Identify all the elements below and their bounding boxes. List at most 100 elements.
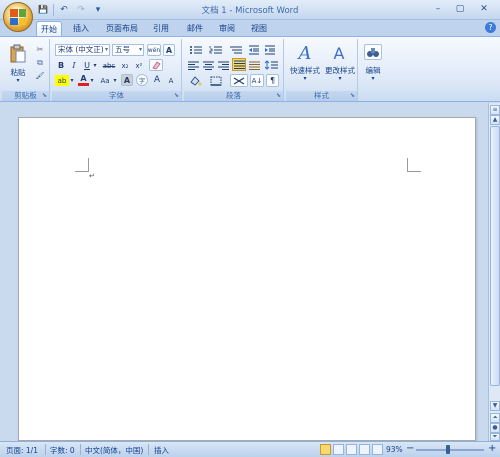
change-styles-icon[interactable]: A: [328, 42, 350, 64]
bullets-icon[interactable]: [187, 44, 205, 56]
font-color-dropdown-icon[interactable]: ▾: [89, 75, 95, 86]
vertical-scrollbar[interactable]: ≡ ▲ ▼ ⏶ ● ⏷: [488, 103, 500, 441]
change-case-dropdown-icon[interactable]: ▾: [112, 75, 118, 86]
separator: [80, 444, 81, 455]
chevron-down-icon: ▾: [138, 46, 142, 53]
superscript-button[interactable]: x²: [133, 60, 145, 71]
cut-button[interactable]: ✂: [34, 44, 46, 55]
increase-indent-icon[interactable]: [263, 44, 277, 56]
char-shading-button[interactable]: A: [121, 74, 133, 86]
sort-icon[interactable]: A↓: [250, 74, 264, 87]
font-name-combo[interactable]: 宋体 (中文正) ▾: [55, 44, 110, 56]
shrink-font-button[interactable]: A: [165, 75, 177, 86]
status-word-count[interactable]: 字数: 0: [50, 445, 75, 456]
quick-styles-dropdown-icon[interactable]: ▾: [301, 75, 309, 82]
group-styles: A 快速样式 ▾ A 更改样式 ▾ 样式 ⬊: [286, 39, 358, 101]
align-center-icon[interactable]: [202, 59, 215, 71]
justify-icon[interactable]: [232, 58, 246, 71]
change-styles-dropdown-icon[interactable]: ▾: [336, 75, 344, 82]
editing-dropdown-icon[interactable]: ▾: [369, 75, 377, 82]
status-bar: 页面: 1/1 字数: 0 中文(简体，中国) 插入 93% − +: [0, 441, 500, 457]
change-case-button[interactable]: Aa: [98, 75, 112, 86]
status-insert-mode[interactable]: 插入: [154, 445, 169, 456]
grow-font-button[interactable]: A: [151, 74, 163, 86]
tab-insert[interactable]: 插入: [70, 21, 92, 36]
scroll-up-icon[interactable]: ▲: [490, 115, 500, 125]
print-layout-view-button[interactable]: [320, 444, 331, 455]
office-button[interactable]: [3, 2, 33, 32]
show-marks-icon[interactable]: ¶: [266, 74, 279, 87]
underline-dropdown-icon[interactable]: ▾: [92, 60, 98, 71]
zoom-in-button[interactable]: +: [488, 443, 496, 454]
maximize-button[interactable]: ▢: [450, 2, 470, 16]
tab-page-layout[interactable]: 页面布局: [104, 21, 140, 36]
strikethrough-button[interactable]: abc: [101, 60, 117, 71]
zoom-slider-thumb[interactable]: [446, 445, 450, 454]
ruler-toggle-icon[interactable]: ≡: [490, 105, 500, 115]
borders-icon[interactable]: [208, 75, 224, 87]
paste-dropdown-icon[interactable]: ▾: [14, 77, 22, 84]
italic-button[interactable]: I: [69, 60, 79, 71]
status-language[interactable]: 中文(简体，中国): [85, 445, 143, 456]
font-color-button[interactable]: A: [78, 74, 89, 86]
scroll-thumb[interactable]: [490, 126, 500, 386]
ribbon: 粘贴 ▾ ✂ ⧉ 🖌 剪贴板 ⬊ 宋体 (中文正) ▾ 五号 ▾ wén A B I…: [0, 36, 500, 102]
font-size-combo[interactable]: 五号 ▾: [112, 44, 144, 56]
highlight-dropdown-icon[interactable]: ▾: [69, 75, 75, 86]
group-clipboard: 粘贴 ▾ ✂ ⧉ 🖌 剪贴板 ⬊: [2, 39, 50, 101]
dialog-launcher-icon[interactable]: ⬊: [350, 92, 355, 99]
decrease-indent-icon[interactable]: [247, 44, 261, 56]
separator: [45, 444, 46, 455]
document-page[interactable]: ↵: [18, 117, 476, 441]
dialog-launcher-icon[interactable]: ⬊: [276, 92, 281, 99]
tab-mailings[interactable]: 邮件: [184, 21, 206, 36]
browse-object-icon[interactable]: ●: [490, 423, 500, 433]
chinese-layout-icon[interactable]: [230, 74, 248, 87]
highlight-button[interactable]: ab: [55, 75, 69, 86]
distributed-icon[interactable]: [248, 59, 261, 71]
group-label-font: 字体: [52, 91, 181, 101]
full-screen-reading-view-button[interactable]: [333, 444, 344, 455]
close-button[interactable]: ✕: [472, 2, 496, 16]
minimize-button[interactable]: –: [428, 2, 448, 16]
status-page[interactable]: 页面: 1/1: [6, 445, 38, 456]
tab-view[interactable]: 视图: [248, 21, 270, 36]
phonetic-guide-button[interactable]: wén: [147, 44, 161, 56]
tab-review[interactable]: 审阅: [216, 21, 238, 36]
underline-button[interactable]: U: [82, 60, 92, 71]
char-border-button[interactable]: A: [163, 44, 175, 56]
enclose-char-button[interactable]: 字: [136, 74, 148, 86]
office-logo-icon: [10, 9, 26, 25]
outline-view-button[interactable]: [359, 444, 370, 455]
format-painter-button[interactable]: 🖌: [34, 70, 46, 81]
binoculars-icon[interactable]: [364, 44, 382, 60]
help-icon[interactable]: ?: [485, 22, 496, 33]
copy-button[interactable]: ⧉: [34, 57, 46, 68]
multilevel-list-icon[interactable]: [227, 44, 245, 56]
bold-button[interactable]: B: [56, 60, 66, 71]
dialog-launcher-icon[interactable]: ⬊: [42, 92, 47, 99]
clear-formatting-icon[interactable]: [149, 59, 163, 71]
paste-icon[interactable]: [8, 43, 28, 65]
tab-home[interactable]: 开始: [36, 21, 62, 36]
previous-page-icon[interactable]: ⏶: [490, 413, 500, 423]
subscript-button[interactable]: x₂: [119, 60, 131, 71]
shading-icon[interactable]: [187, 75, 203, 87]
scroll-down-icon[interactable]: ▼: [490, 401, 500, 411]
ribbon-tabs: 开始 插入 页面布局 引用 邮件 审阅 视图 ?: [0, 20, 500, 36]
numbering-icon[interactable]: [207, 44, 225, 56]
zoom-out-button[interactable]: −: [406, 443, 414, 454]
zoom-slider[interactable]: [416, 449, 484, 451]
align-right-icon[interactable]: [217, 59, 230, 71]
title-bar: 💾 ↶ ↷ ▾ 文档 1 - Microsoft Word – ▢ ✕: [0, 0, 500, 20]
group-paragraph: A↓ ¶ 段落 ⬊: [184, 39, 284, 101]
dialog-launcher-icon[interactable]: ⬊: [174, 92, 179, 99]
quick-styles-icon[interactable]: A: [294, 42, 316, 64]
align-left-icon[interactable]: [187, 59, 200, 71]
tab-references[interactable]: 引用: [150, 21, 172, 36]
web-layout-view-button[interactable]: [346, 444, 357, 455]
draft-view-button[interactable]: [372, 444, 383, 455]
next-page-icon[interactable]: ⏷: [490, 433, 500, 441]
line-spacing-icon[interactable]: [263, 59, 279, 71]
zoom-level[interactable]: 93%: [386, 445, 403, 454]
